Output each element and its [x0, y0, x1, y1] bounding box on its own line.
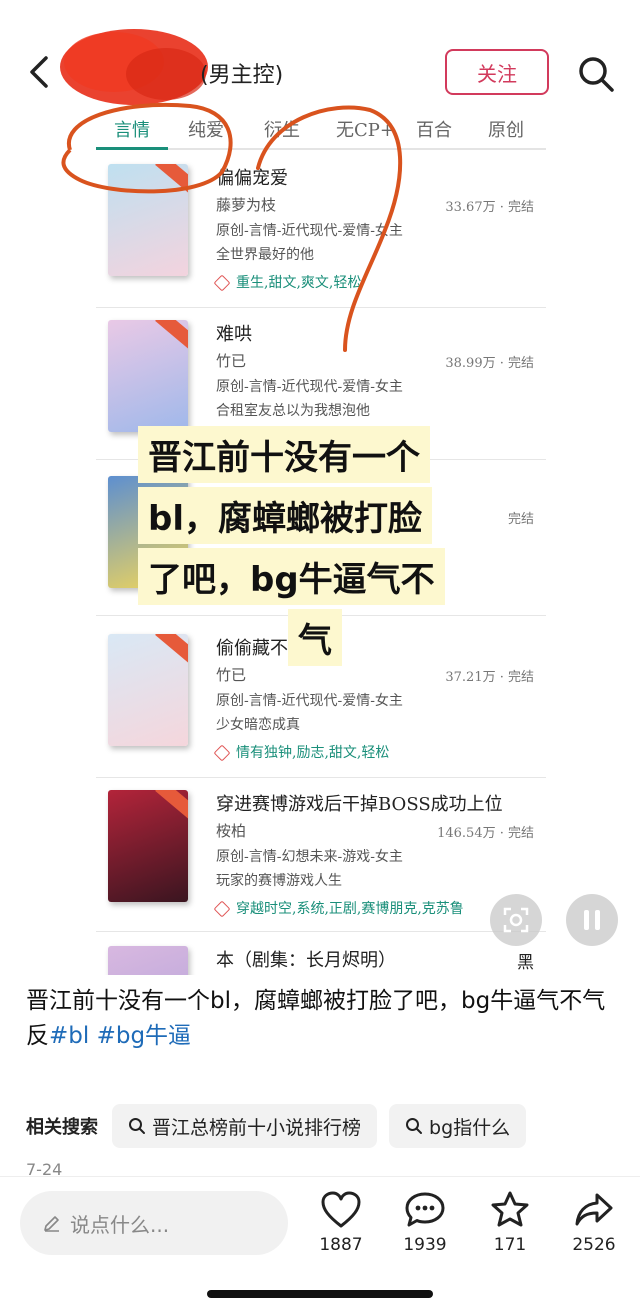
account-title: (男主控)	[200, 63, 284, 88]
tab-romance[interactable]: 言情	[114, 116, 150, 142]
book-genre: 原创-言情-近代现代-爱情-女主	[216, 693, 403, 709]
search-icon	[406, 1118, 423, 1134]
book-stat: 33.67万 · 完结	[445, 200, 534, 215]
book-author: 竹已	[216, 352, 247, 370]
tab-original[interactable]: 原创	[488, 116, 524, 142]
tab-no-cp[interactable]: 无CP+	[336, 116, 395, 142]
star-icon	[491, 1191, 529, 1227]
caption-line: 晋江前十没有一个	[138, 426, 430, 483]
active-tab-indicator	[96, 147, 168, 150]
scan-button[interactable]	[490, 894, 542, 946]
comment-bubble-icon	[405, 1192, 445, 1227]
book-tags: 重生,甜文,爽文,轻松	[213, 272, 361, 292]
book-stat: 完结	[507, 512, 534, 527]
embedded-screenshot: (男主控) 关注 言情 纯爱 衍生 无CP+ 百合 原创 偏偏宠爱 藤萝为枝 3…	[0, 0, 640, 975]
book-stat: 146.54万 · 完结	[437, 826, 534, 841]
comment-count: 1939	[403, 1235, 447, 1255]
list-item[interactable]: 穿进赛博游戏后干掉BOSS成功上位 桉柏 146.54万 · 完结 原创-言情-…	[96, 790, 546, 932]
favorite-button[interactable]: 171	[480, 1191, 540, 1255]
hashtag-link[interactable]: #bl	[49, 1023, 89, 1049]
list-item[interactable]: 本（剧集：长月烬明） 黑	[96, 946, 546, 975]
pause-button[interactable]	[566, 894, 618, 946]
list-item[interactable]: 偏偏宠爱 藤萝为枝 33.67万 · 完结 原创-言情-近代现代-爱情-女主 全…	[96, 164, 546, 308]
tab-bl[interactable]: 纯爱	[188, 116, 224, 142]
book-title: 穿进赛博游戏后干掉BOSS成功上位	[216, 794, 503, 815]
comment-input[interactable]: 说点什么...	[20, 1191, 288, 1255]
post-text: 晋江前十没有一个bl，腐蟑螂被打脸了吧，bg牛逼气不气 反#bl #bg牛逼	[26, 988, 606, 1049]
follow-button[interactable]: 关注	[445, 49, 549, 95]
book-genre: 原创-言情-近代现代-爱情-女主	[216, 223, 403, 239]
book-desc: 少女暗恋成真	[216, 717, 300, 733]
heart-icon	[321, 1191, 361, 1228]
tag-icon	[213, 900, 231, 918]
post-date: 7-24	[26, 1160, 63, 1176]
scan-icon	[503, 907, 529, 933]
book-author: 藤萝为枝	[216, 196, 277, 214]
hashtag-link[interactable]: #bg牛逼	[97, 1023, 191, 1049]
share-button[interactable]: 2526	[564, 1191, 624, 1255]
book-desc: 全世界最好的他	[216, 247, 314, 263]
book-title: 偏偏宠爱	[216, 168, 288, 189]
red-redaction-scribble	[60, 29, 208, 105]
book-cover	[108, 320, 188, 432]
favorite-count: 171	[493, 1235, 527, 1255]
book-cover	[108, 164, 188, 276]
screenshot-header: (男主控) 关注	[0, 0, 640, 116]
book-title: 难哄	[216, 324, 252, 345]
book-title: 本（剧集：长月烬明）	[216, 950, 396, 971]
search-icon[interactable]	[574, 52, 618, 96]
comment-button[interactable]: 1939	[395, 1191, 455, 1255]
caption-line: 气	[288, 609, 342, 666]
book-desc: 合租室友总以为我想泡他	[216, 403, 370, 419]
home-indicator	[207, 1290, 433, 1298]
book-tags: 穿越时空,系统,正剧,赛博朋克,克苏鲁	[213, 898, 464, 918]
caption-line: bl，腐蟑螂被打脸	[138, 487, 432, 544]
share-count: 2526	[572, 1235, 616, 1255]
share-arrow-icon	[575, 1193, 613, 1226]
tag-icon	[213, 744, 231, 762]
related-label: 相关搜索	[26, 1117, 98, 1138]
related-search-chip[interactable]: bg指什么	[389, 1104, 527, 1148]
book-desc: 玩家的赛博游戏人生	[216, 873, 342, 889]
pause-icon	[584, 910, 600, 930]
search-icon	[129, 1118, 145, 1134]
book-genre: 原创-言情-幻想未来-游戏-女主	[216, 849, 403, 865]
related-searches: 相关搜索 晋江总榜前十小说排行榜 bg指什么	[26, 1104, 538, 1148]
book-cover	[108, 946, 188, 975]
book-tags: 情有独钟,励志,甜文,轻松	[213, 742, 389, 762]
category-tabs: 言情 纯爱 衍生 无CP+ 百合 原创	[96, 110, 546, 150]
related-search-chip[interactable]: 晋江总榜前十小说排行榜	[112, 1104, 378, 1148]
like-button[interactable]: 1887	[311, 1191, 371, 1255]
book-stat: 38.99万 · 完结	[445, 356, 534, 371]
overlay-caption: 晋江前十没有一个 bl，腐蟑螂被打脸 了吧，bg牛逼气不 气	[138, 426, 500, 670]
book-stat: 黑	[517, 953, 534, 973]
tab-gl[interactable]: 百合	[416, 116, 452, 142]
book-cover	[108, 790, 188, 902]
like-count: 1887	[319, 1235, 363, 1255]
tab-derivative[interactable]: 衍生	[264, 116, 300, 142]
tag-icon	[213, 274, 231, 292]
book-author: 桉柏	[216, 822, 247, 840]
caption-line: 了吧，bg牛逼气不	[138, 548, 445, 605]
book-genre: 原创-言情-近代现代-爱情-女主	[216, 379, 403, 395]
pencil-icon	[44, 1216, 59, 1232]
